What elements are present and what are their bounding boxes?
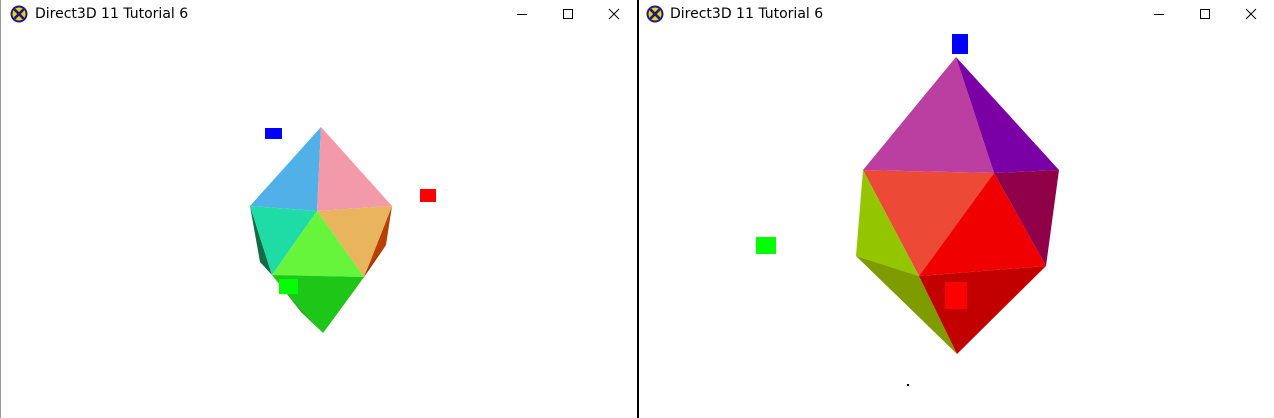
pixel-dot: [907, 384, 909, 386]
polyhedron-face: [863, 57, 994, 173]
polyhedron-face: [919, 266, 1046, 354]
right-window: Direct3D 11 Tutorial 6: [639, 0, 1274, 418]
red-light-marker: [945, 282, 967, 309]
red-light-marker: [420, 189, 436, 202]
render-viewport: [756, 34, 1059, 386]
polyhedron-face: [317, 127, 392, 211]
blue-light-marker: [265, 128, 282, 139]
green-light-marker: [756, 237, 776, 254]
green-light-marker: [279, 279, 298, 294]
desktop-stage: Direct3D 11 Tutorial 6 Direct3D 11 Tutor…: [0, 0, 1274, 418]
blue-light-marker: [952, 34, 968, 54]
polyhedron-face: [250, 127, 321, 211]
left-window: Direct3D 11 Tutorial 6: [0, 0, 637, 418]
render-viewport: [250, 127, 436, 333]
